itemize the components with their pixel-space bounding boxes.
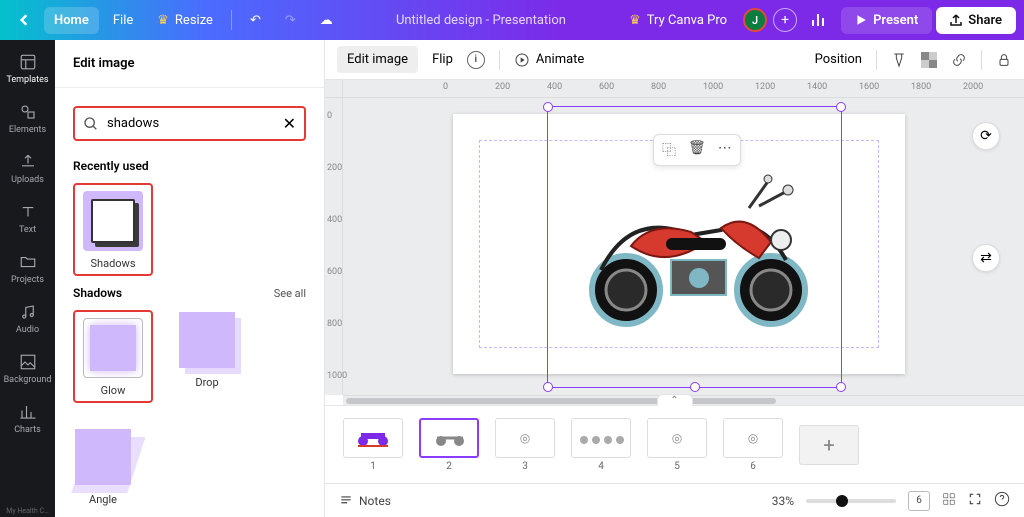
page-thumb-4[interactable] <box>571 418 631 458</box>
resize-button[interactable]: ♛Resize <box>147 7 223 34</box>
cloud-sync-icon[interactable]: ☁ <box>310 7 343 34</box>
edit-image-panel: Edit image ✕ Recently used Shadows Shado… <box>55 40 325 517</box>
animate-button[interactable]: Animate <box>514 52 584 68</box>
effect-tile-angle[interactable]: Angle <box>73 427 133 506</box>
share-button[interactable]: Share <box>936 7 1016 34</box>
effect-tile-shadows-recent[interactable]: Shadows <box>73 183 153 276</box>
separator <box>981 50 982 70</box>
notes-button[interactable]: Notes <box>339 494 391 508</box>
effect-tile-drop[interactable]: Drop <box>177 310 237 403</box>
top-bar: Home File ♛Resize ↶ ↷ ☁ Untitled design … <box>0 0 1024 40</box>
canvas-area: 02004006008001000 <box>325 98 1024 395</box>
delete-button[interactable]: 🗑 <box>688 140 706 160</box>
info-button[interactable]: i <box>467 51 485 69</box>
zoom-slider-knob[interactable] <box>836 495 848 507</box>
page-count-button[interactable]: 6 <box>908 491 930 511</box>
separator <box>499 50 500 70</box>
shadows-section-header: Shadows See all <box>55 286 324 300</box>
undo-button[interactable]: ↶ <box>240 7 271 34</box>
page-thumb-5[interactable]: ◎ <box>647 418 707 458</box>
ruler-horizontal: 0200400600800100012001400160018002000 <box>343 80 1024 98</box>
resize-handle[interactable] <box>690 382 700 392</box>
glow-thumb <box>83 318 143 378</box>
see-all-link[interactable]: See all <box>274 287 306 300</box>
position-button[interactable]: Position <box>815 52 862 67</box>
rail-templates[interactable]: Templates <box>0 44 55 94</box>
lock-icon[interactable] <box>996 52 1012 68</box>
back-button[interactable] <box>8 8 40 32</box>
rail-uploads[interactable]: Uploads <box>0 144 55 194</box>
redo-button[interactable]: ↷ <box>275 7 306 34</box>
transparency-icon[interactable] <box>921 52 937 68</box>
effect-search-input[interactable] <box>107 116 275 131</box>
page-thumb-3[interactable]: ◎ <box>495 418 555 458</box>
drop-thumb <box>177 310 237 370</box>
invite-button[interactable]: + <box>773 8 797 32</box>
separator <box>876 50 877 70</box>
present-button[interactable]: Present <box>841 7 932 34</box>
effect-tile-glow[interactable]: Glow <box>73 310 153 403</box>
page-thumb-2[interactable] <box>419 418 479 458</box>
clear-search-icon[interactable]: ✕ <box>283 114 296 133</box>
floating-element-toolbar: ⿻ 🗑 ⋯ <box>653 134 741 166</box>
rail-projects[interactable]: Projects <box>0 244 55 294</box>
insights-button[interactable] <box>801 6 837 34</box>
flip-button[interactable]: Flip <box>432 52 453 67</box>
duplicate-button[interactable]: ⿻ <box>662 140 676 160</box>
pages-pulltab[interactable]: ⌃ <box>657 394 693 406</box>
crown-icon: ♛ <box>157 13 169 28</box>
fullscreen-icon[interactable] <box>968 492 982 509</box>
home-button[interactable]: Home <box>44 7 99 34</box>
swap-image-button[interactable]: ⇄ <box>972 244 1000 272</box>
page-thumb-1[interactable] <box>343 418 403 458</box>
animate-icon <box>514 52 530 68</box>
grid-view-icon[interactable] <box>942 492 956 509</box>
stage[interactable]: ⿻ 🗑 ⋯ ⟳ ⇄ <box>343 98 1024 395</box>
workspace: Edit image Flip i Animate Position 02004… <box>325 40 1024 517</box>
side-rail: Templates Elements Uploads Text Projects… <box>0 40 55 517</box>
resize-handle[interactable] <box>836 382 846 392</box>
file-menu[interactable]: File <box>103 7 143 34</box>
try-pro-button[interactable]: ♛Try Canva Pro <box>619 7 737 34</box>
rail-charts[interactable]: Charts <box>0 394 55 444</box>
scrollbar-thumb[interactable] <box>346 398 776 404</box>
separator <box>231 10 232 30</box>
resize-handle[interactable] <box>836 102 846 112</box>
resize-handle[interactable] <box>543 382 553 392</box>
zoom-slider[interactable] <box>806 499 896 503</box>
zoom-value[interactable]: 33% <box>772 494 794 508</box>
help-icon[interactable] <box>994 491 1010 510</box>
more-options-button[interactable]: ⋯ <box>718 140 732 160</box>
pages-strip: ⌃ 1 2 ◎3 4 ◎5 ◎6 + <box>325 405 1024 483</box>
shadows-thumb <box>83 191 143 251</box>
ruler-vertical: 02004006008001000 <box>325 98 343 395</box>
rail-background[interactable]: Background <box>0 344 55 394</box>
context-toolbar: Edit image Flip i Animate Position <box>325 40 1024 80</box>
panel-title: Edit image <box>55 40 324 88</box>
crown-icon: ♛ <box>629 13 641 28</box>
notes-icon <box>339 494 353 508</box>
selected-image-motorcycle[interactable] <box>571 150 821 330</box>
effect-search[interactable]: ✕ <box>73 106 306 141</box>
recently-used-header: Recently used <box>55 159 324 173</box>
regenerate-button[interactable]: ⟳ <box>972 122 1000 150</box>
add-page-button[interactable]: + <box>799 425 859 465</box>
rail-elements[interactable]: Elements <box>0 94 55 144</box>
rail-text[interactable]: Text <box>0 194 55 244</box>
link-icon[interactable] <box>951 52 967 68</box>
rail-footer: My Health C… <box>0 507 55 515</box>
user-avatar[interactable]: J <box>743 8 767 32</box>
angle-thumb <box>73 427 133 487</box>
rail-audio[interactable]: Audio <box>0 294 55 344</box>
search-icon <box>83 116 99 132</box>
status-bar: Notes 33% 6 <box>325 483 1024 517</box>
color-sampler-icon[interactable] <box>891 52 907 68</box>
edit-image-button[interactable]: Edit image <box>337 46 418 73</box>
document-title[interactable]: Untitled design - Presentation <box>347 13 615 28</box>
resize-handle[interactable] <box>543 102 553 112</box>
page-thumb-6[interactable]: ◎ <box>723 418 783 458</box>
